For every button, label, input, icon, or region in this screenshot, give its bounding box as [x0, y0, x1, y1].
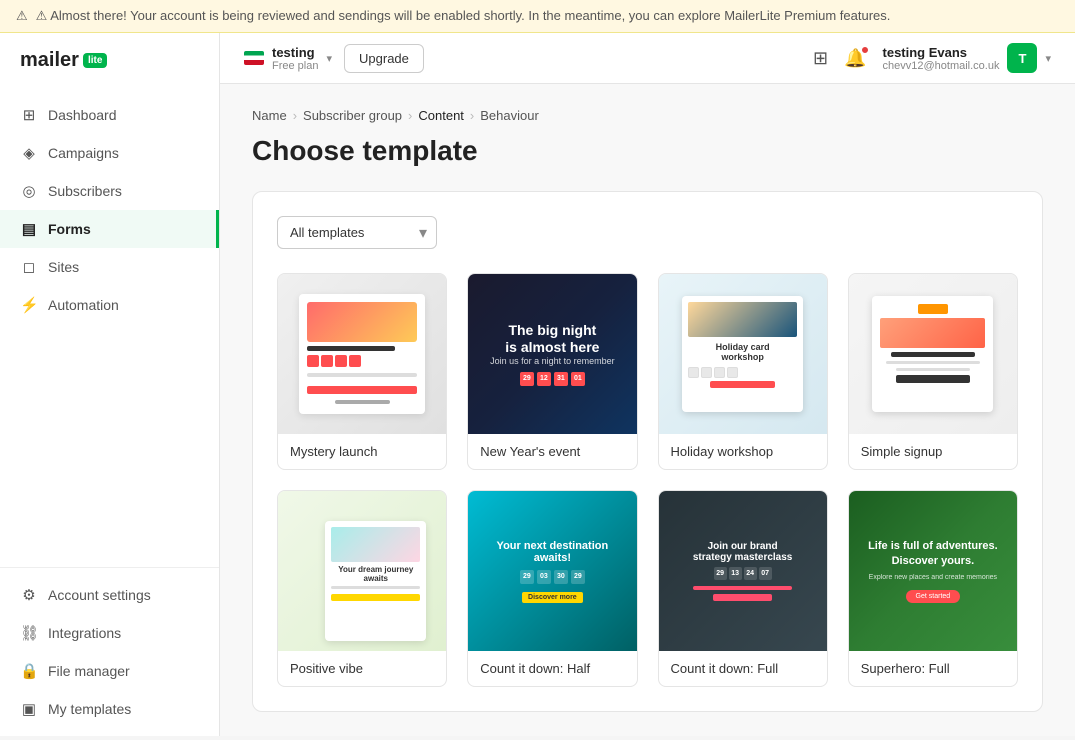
- template-thumb-count-down-half: Your next destinationawaits! 29 03 30 29…: [468, 491, 636, 651]
- sidebar-item-account-settings[interactable]: ⚙ Account settings: [0, 576, 219, 614]
- template-filter-select[interactable]: All templates My templates Basic Holiday…: [277, 216, 437, 249]
- account-name: testing: [272, 45, 318, 60]
- dashboard-icon: ⊞: [20, 106, 38, 124]
- main-area: testing Free plan ▾ Upgrade ⊞ 🔔 testing …: [220, 33, 1075, 736]
- automation-icon: ⚡: [20, 296, 38, 314]
- template-card-count-down-half[interactable]: Your next destinationawaits! 29 03 30 29…: [467, 490, 637, 687]
- sidebar-item-dashboard[interactable]: ⊞ Dashboard: [0, 96, 219, 134]
- template-card-mystery-launch[interactable]: Mystery launch: [277, 273, 447, 470]
- template-name-holiday-workshop: Holiday workshop: [659, 434, 827, 469]
- account-plan: Free plan: [272, 60, 318, 72]
- user-email: chevv12@hotmail.co.uk: [883, 60, 1000, 72]
- breadcrumb-name[interactable]: Name: [252, 108, 287, 123]
- topbar: testing Free plan ▾ Upgrade ⊞ 🔔 testing …: [220, 33, 1075, 84]
- account-chevron-icon: ▾: [326, 52, 332, 65]
- template-name-new-years-event: New Year's event: [468, 434, 636, 469]
- sidebar-item-forms[interactable]: ▤ Forms: [0, 210, 219, 248]
- template-name-simple-signup: Simple signup: [849, 434, 1017, 469]
- breadcrumb-sep-2: ›: [408, 108, 412, 123]
- upgrade-button[interactable]: Upgrade: [344, 44, 424, 73]
- user-name: testing Evans: [883, 45, 1000, 60]
- sidebar-item-subscribers-label: Subscribers: [48, 183, 122, 199]
- grid-icon[interactable]: ⊞: [813, 48, 828, 69]
- template-filter-wrapper: All templates My templates Basic Holiday…: [277, 216, 437, 249]
- logo-text: mailer: [20, 49, 79, 72]
- template-thumb-superhero-full: Life is full of adventures.Discover your…: [849, 491, 1017, 651]
- notification-dot: [861, 46, 869, 54]
- template-thumb-positive-vibe: Your dream journey awaits: [278, 491, 446, 651]
- breadcrumb-behaviour[interactable]: Behaviour: [480, 108, 539, 123]
- account-info: testing Free plan: [272, 45, 318, 72]
- sidebar-item-my-templates[interactable]: ▣ My templates: [0, 690, 219, 728]
- filter-row: All templates My templates Basic Holiday…: [277, 216, 1018, 249]
- sidebar-item-automation[interactable]: ⚡ Automation: [0, 286, 219, 324]
- template-name-mystery-launch: Mystery launch: [278, 434, 446, 469]
- subscribers-icon: ◎: [20, 182, 38, 200]
- template-container: All templates My templates Basic Holiday…: [252, 191, 1043, 712]
- template-thumb-count-down-full: Join our brandstrategy masterclass 29 13…: [659, 491, 827, 651]
- sidebar-item-dashboard-label: Dashboard: [48, 107, 117, 123]
- template-name-count-down-half: Count it down: Half: [468, 651, 636, 686]
- forms-icon: ▤: [20, 220, 38, 238]
- campaigns-icon: ◈: [20, 144, 38, 162]
- breadcrumb-content[interactable]: Content: [418, 108, 464, 123]
- user-chevron-icon: ▾: [1045, 52, 1051, 65]
- template-name-count-down-full: Count it down: Full: [659, 651, 827, 686]
- warning-icon: ⚠: [16, 8, 28, 24]
- sidebar-item-forms-label: Forms: [48, 221, 91, 237]
- logo-badge: lite: [83, 53, 107, 68]
- template-thumb-simple-signup: [849, 274, 1017, 434]
- template-thumb-new-years-event: The big nightis almost here Join us for …: [468, 274, 636, 434]
- sidebar-item-campaigns-label: Campaigns: [48, 145, 119, 161]
- templates-grid: Mystery launch The big nightis almost he…: [277, 273, 1018, 687]
- template-card-positive-vibe[interactable]: Your dream journey awaits Positive vibe: [277, 490, 447, 687]
- sidebar-item-file-manager-label: File manager: [48, 663, 130, 679]
- breadcrumb-sep-3: ›: [470, 108, 474, 123]
- content-area: Name › Subscriber group › Content › Beha…: [220, 84, 1075, 736]
- sidebar-item-campaigns[interactable]: ◈ Campaigns: [0, 134, 219, 172]
- bottom-nav: ⚙ Account settings ⛓ Integrations 🔒 File…: [0, 567, 219, 736]
- template-thumb-mystery-launch: [278, 274, 446, 434]
- sidebar-item-automation-label: Automation: [48, 297, 119, 313]
- template-thumb-holiday-workshop: Holiday cardworkshop: [659, 274, 827, 434]
- breadcrumb-sep-1: ›: [293, 108, 297, 123]
- sidebar-item-my-templates-label: My templates: [48, 701, 131, 717]
- template-card-simple-signup[interactable]: Simple signup: [848, 273, 1018, 470]
- integrations-icon: ⛓: [20, 624, 38, 642]
- main-nav: ⊞ Dashboard ◈ Campaigns ◎ Subscribers ▤ …: [0, 88, 219, 567]
- sidebar-item-integrations-label: Integrations: [48, 625, 121, 641]
- sidebar-item-sites[interactable]: ◻ Sites: [0, 248, 219, 286]
- page-title: Choose template: [252, 135, 1043, 167]
- template-name-superhero-full: Superhero: Full: [849, 651, 1017, 686]
- sidebar-item-integrations[interactable]: ⛓ Integrations: [0, 614, 219, 652]
- template-name-positive-vibe: Positive vibe: [278, 651, 446, 686]
- template-card-count-down-full[interactable]: Join our brandstrategy masterclass 29 13…: [658, 490, 828, 687]
- my-templates-icon: ▣: [20, 700, 38, 718]
- sidebar-item-subscribers[interactable]: ◎ Subscribers: [0, 172, 219, 210]
- logo: mailer lite: [0, 33, 219, 88]
- top-banner: ⚠ ⚠ Almost there! Your account is being …: [0, 0, 1075, 33]
- breadcrumb-subscriber-group[interactable]: Subscriber group: [303, 108, 402, 123]
- sidebar-item-account-settings-label: Account settings: [48, 587, 151, 603]
- notifications-bell[interactable]: 🔔: [844, 48, 866, 69]
- sites-icon: ◻: [20, 258, 38, 276]
- banner-text: ⚠ Almost there! Your account is being re…: [36, 8, 891, 24]
- template-card-superhero-full[interactable]: Life is full of adventures.Discover your…: [848, 490, 1018, 687]
- user-info[interactable]: testing Evans chevv12@hotmail.co.uk T ▾: [883, 43, 1051, 73]
- account-settings-icon: ⚙: [20, 586, 38, 604]
- user-text: testing Evans chevv12@hotmail.co.uk: [883, 45, 1000, 72]
- template-card-holiday-workshop[interactable]: Holiday cardworkshop Holiday work: [658, 273, 828, 470]
- sidebar: mailer lite ⊞ Dashboard ◈ Campaigns ◎ Su…: [0, 33, 220, 736]
- sidebar-item-sites-label: Sites: [48, 259, 79, 275]
- sidebar-item-file-manager[interactable]: 🔒 File manager: [0, 652, 219, 690]
- topbar-right: ⊞ 🔔 testing Evans chevv12@hotmail.co.uk …: [813, 43, 1051, 73]
- template-card-new-years-event[interactable]: The big nightis almost here Join us for …: [467, 273, 637, 470]
- breadcrumb: Name › Subscriber group › Content › Beha…: [252, 108, 1043, 123]
- account-flag: [244, 51, 264, 65]
- account-selector[interactable]: testing Free plan ▾: [244, 45, 332, 72]
- avatar: T: [1007, 43, 1037, 73]
- file-manager-icon: 🔒: [20, 662, 38, 680]
